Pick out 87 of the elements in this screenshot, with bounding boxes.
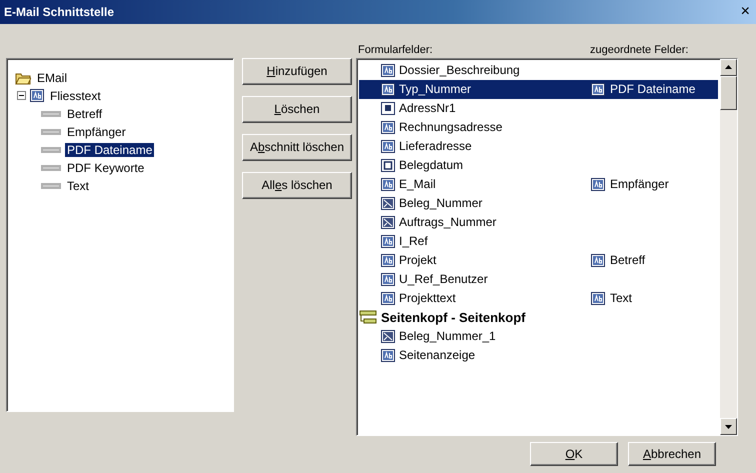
text-field-icon bbox=[381, 348, 395, 362]
action-button[interactable]: Abschnitt löschen bbox=[242, 134, 352, 161]
text-field-icon bbox=[30, 89, 44, 102]
list-row[interactable]: Beleg_Nummer_1 bbox=[359, 326, 718, 346]
field-name: Seitenanzeige bbox=[399, 348, 476, 362]
list-row[interactable]: E_Mail Empfänger bbox=[359, 174, 718, 194]
text-field-icon bbox=[591, 178, 605, 191]
text-field-icon bbox=[381, 254, 395, 267]
section-row[interactable]: Seitenkopf - Seitenkopf bbox=[359, 308, 718, 327]
assigned-field: Betreff bbox=[610, 253, 646, 268]
section-title: Seitenkopf - Seitenkopf bbox=[381, 310, 526, 325]
field-name: E_Mail bbox=[399, 177, 436, 192]
scroll-down-button[interactable] bbox=[720, 418, 737, 436]
field-icon bbox=[41, 110, 61, 118]
action-button[interactable]: Alles löschen bbox=[242, 172, 352, 199]
column-header: zugeordnete Felder: bbox=[590, 44, 688, 58]
text-field-icon bbox=[381, 272, 395, 286]
column-header: Formularfelder: bbox=[357, 44, 434, 58]
scrollbar[interactable] bbox=[720, 58, 737, 436]
field-icon bbox=[41, 182, 61, 190]
text-field-icon bbox=[381, 82, 395, 96]
collapse-toggle[interactable] bbox=[17, 91, 26, 100]
window-title: E-Mail Schnittstelle bbox=[4, 4, 114, 19]
text-field-icon bbox=[381, 292, 395, 305]
field-name: Beleg_Nummer bbox=[399, 196, 482, 210]
list-row[interactable]: Typ_Nummer PDF Dateiname bbox=[359, 80, 718, 99]
text-field-icon bbox=[381, 234, 395, 248]
list-row[interactable]: Seitenanzeige bbox=[359, 346, 718, 365]
field-name: Beleg_Nummer_1 bbox=[399, 329, 496, 344]
scroll-up-button[interactable] bbox=[720, 58, 737, 76]
date-field-icon bbox=[381, 158, 395, 172]
field-name: Projekt bbox=[399, 253, 436, 268]
dialog-button[interactable]: Abbrechen bbox=[628, 442, 716, 466]
field-name: Typ_Nummer bbox=[399, 82, 472, 96]
list-row[interactable]: Projekt Betreff bbox=[359, 250, 718, 270]
action-button[interactable]: Löschen bbox=[242, 96, 352, 123]
field-name: Projekttext bbox=[399, 291, 456, 306]
list-row[interactable]: Projekttext Text bbox=[359, 288, 718, 308]
text-field-icon bbox=[591, 254, 605, 267]
text-field-icon bbox=[591, 82, 605, 96]
field-name: U_Ref_Benutzer bbox=[399, 272, 488, 286]
assigned-field: PDF Dateiname bbox=[610, 82, 696, 96]
text-field-icon bbox=[381, 178, 395, 191]
dialog-button[interactable]: OK bbox=[530, 442, 618, 466]
close-button[interactable]: × bbox=[738, 4, 752, 20]
number-field-icon bbox=[381, 196, 395, 210]
number-field-icon bbox=[381, 330, 395, 343]
square-field-icon bbox=[381, 102, 395, 115]
up-arrow-icon bbox=[725, 65, 732, 70]
list-row[interactable]: Rechnungsadresse bbox=[359, 118, 718, 137]
tree-item[interactable]: Text bbox=[65, 178, 92, 193]
text-field-icon bbox=[591, 292, 605, 305]
list-row[interactable]: AdressNr1 bbox=[359, 98, 718, 118]
field-name: I_Ref bbox=[399, 234, 428, 248]
list-row[interactable]: Auftrags_Nummer bbox=[359, 212, 718, 232]
number-field-icon bbox=[381, 216, 395, 229]
assigned-field: Text bbox=[610, 291, 632, 306]
tree-item[interactable]: Fliesstext bbox=[48, 88, 103, 103]
list-row[interactable]: Lieferadresse bbox=[359, 136, 718, 156]
field-name: Belegdatum bbox=[399, 158, 464, 172]
tree-item[interactable]: PDF Dateiname bbox=[65, 142, 154, 157]
list-row[interactable]: Belegdatum bbox=[359, 156, 718, 175]
down-arrow-icon bbox=[725, 424, 732, 429]
tree-item[interactable]: Empfänger bbox=[65, 124, 128, 139]
action-button[interactable]: Hinzufügen bbox=[242, 58, 352, 85]
tree-item[interactable]: PDF Keyworte bbox=[65, 160, 146, 175]
text-field-icon bbox=[381, 64, 395, 77]
field-name: AdressNr1 bbox=[399, 101, 456, 116]
section-icon bbox=[359, 310, 377, 324]
field-name: Lieferadresse bbox=[399, 139, 472, 154]
text-field-icon bbox=[381, 120, 395, 134]
list-row[interactable]: Dossier_Beschreibung bbox=[359, 60, 718, 80]
field-name: Auftrags_Nummer bbox=[399, 215, 496, 230]
folder-icon bbox=[15, 70, 31, 85]
field-icon bbox=[41, 128, 61, 136]
tree-item[interactable]: Betreff bbox=[65, 106, 104, 121]
field-name: Rechnungsadresse bbox=[399, 120, 502, 134]
scroll-thumb[interactable] bbox=[720, 76, 737, 110]
list-row[interactable]: Beleg_Nummer bbox=[359, 194, 718, 213]
field-icon bbox=[41, 164, 61, 172]
text-field-icon bbox=[381, 140, 395, 153]
list-row[interactable]: U_Ref_Benutzer bbox=[359, 270, 718, 289]
field-name: Dossier_Beschreibung bbox=[399, 63, 520, 78]
list-row[interactable]: I_Ref bbox=[359, 232, 718, 251]
tree-item[interactable]: EMail bbox=[35, 70, 70, 85]
assigned-field: Empfänger bbox=[610, 177, 669, 192]
field-icon bbox=[41, 146, 61, 154]
